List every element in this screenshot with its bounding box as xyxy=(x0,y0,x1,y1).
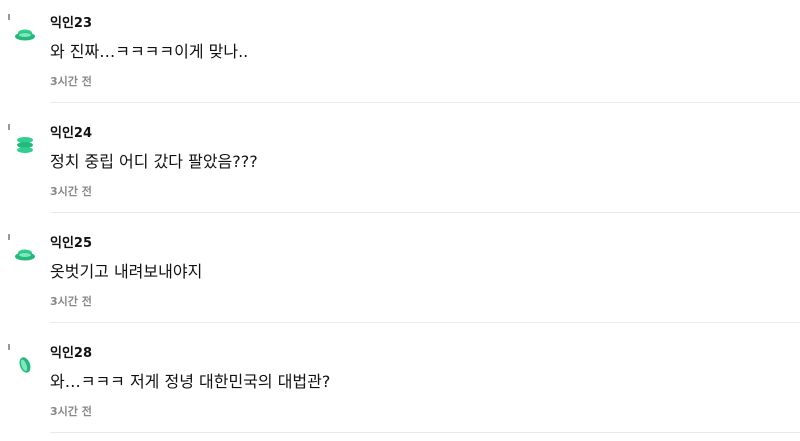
comment-timestamp: 3시간 전 xyxy=(50,405,92,418)
avatar-column xyxy=(6,14,36,48)
avatar-marker xyxy=(8,124,10,130)
comment-body: 익인28 와…ㅋㅋㅋ 저게 정녕 대한민국의 대법관? 3시간 전 xyxy=(50,330,800,440)
comment-text: 정치 중립 어디 갔다 팔았음??? xyxy=(50,152,258,171)
green-leaf-icon[interactable] xyxy=(14,354,36,376)
avatar-marker xyxy=(8,344,10,350)
comment-item: 익인23 와 진짜…ㅋㅋㅋㅋ이게 맞나.. 3시간 전 xyxy=(0,0,800,110)
comment-nickname[interactable]: 익인24 xyxy=(50,122,92,141)
comment-body: 익인23 와 진짜…ㅋㅋㅋㅋ이게 맞나.. 3시간 전 xyxy=(50,0,800,110)
divider xyxy=(50,432,800,433)
comment-timestamp: 3시간 전 xyxy=(50,185,92,198)
avatar-column xyxy=(6,234,36,268)
comment-timestamp: 3시간 전 xyxy=(50,75,92,88)
comment-body: 익인24 정치 중립 어디 갔다 팔았음??? 3시간 전 xyxy=(50,110,800,220)
comment-text: 와 진짜…ㅋㅋㅋㅋ이게 맞나.. xyxy=(50,42,249,61)
avatar-marker xyxy=(8,234,10,240)
comment-body: 익인25 옷벗기고 내려보내야지 3시간 전 xyxy=(50,220,800,330)
comment-nickname[interactable]: 익인25 xyxy=(50,232,92,251)
comment-text: 와…ㅋㅋㅋ 저게 정녕 대한민국의 대법관? xyxy=(50,372,331,391)
divider xyxy=(50,102,800,103)
comment-item: 익인28 와…ㅋㅋㅋ 저게 정녕 대한민국의 대법관? 3시간 전 xyxy=(0,330,800,440)
green-ufo-icon[interactable] xyxy=(14,244,36,266)
comment-nickname[interactable]: 익인28 xyxy=(50,342,92,361)
green-stack-icon[interactable] xyxy=(14,134,36,156)
comment-item: 익인25 옷벗기고 내려보내야지 3시간 전 xyxy=(0,220,800,330)
comment-text: 옷벗기고 내려보내야지 xyxy=(50,262,203,281)
divider xyxy=(50,322,800,323)
green-ufo-icon[interactable] xyxy=(14,24,36,46)
avatar-column xyxy=(6,124,36,158)
comment-timestamp: 3시간 전 xyxy=(50,295,92,308)
comment-nickname[interactable]: 익인23 xyxy=(50,12,92,31)
divider xyxy=(50,212,800,213)
avatar-marker xyxy=(8,14,10,20)
avatar-column xyxy=(6,344,36,378)
comment-item: 익인24 정치 중립 어디 갔다 팔았음??? 3시간 전 xyxy=(0,110,800,220)
